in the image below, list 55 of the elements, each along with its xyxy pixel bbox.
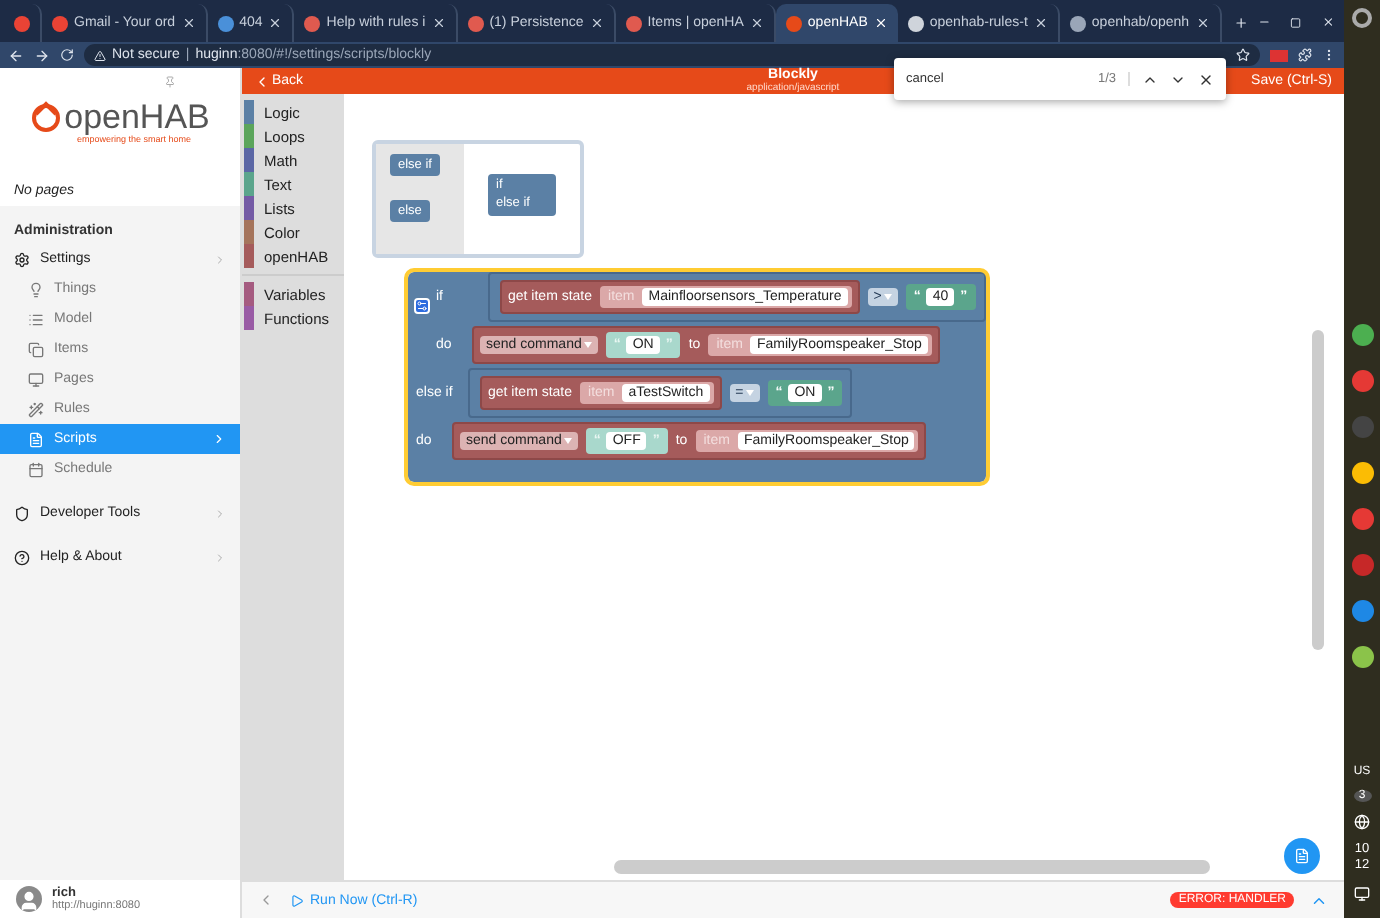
logo-text: openHAB [64, 99, 210, 133]
close-window-icon[interactable] [1321, 14, 1335, 30]
tab-favicon-icon [785, 15, 802, 31]
launcher-icon[interactable] [1352, 8, 1372, 28]
tab-favicon-icon [907, 15, 924, 31]
app-icon[interactable] [1351, 600, 1373, 622]
document-icon [1294, 848, 1310, 864]
nav-icon [28, 401, 44, 417]
chevron-icon [212, 432, 226, 446]
collapse-icon[interactable] [258, 892, 274, 908]
nav-icon [28, 431, 44, 447]
tab-favicon-icon [467, 15, 484, 31]
tab-favicon-icon [304, 15, 321, 31]
dropdown-caret-icon [583, 342, 592, 348]
reload-icon[interactable] [60, 48, 74, 62]
nav-icon [28, 311, 44, 327]
vertical-scrollbar[interactable] [1312, 330, 1324, 650]
nav-icon [28, 341, 44, 357]
horizontal-scrollbar[interactable] [614, 860, 1210, 874]
tab-favicon-icon [625, 15, 642, 31]
play-icon [290, 893, 304, 907]
menu-icon[interactable] [1322, 48, 1336, 62]
chevron-icon [214, 253, 226, 265]
warning-icon [94, 49, 106, 61]
nav-icon [14, 505, 30, 521]
chevron-left-icon [254, 73, 270, 89]
app-icon[interactable] [1351, 646, 1373, 668]
chevron-icon [214, 507, 226, 519]
screen-icon[interactable] [1354, 886, 1370, 902]
nav-icon [14, 251, 30, 267]
app-icon[interactable] [1351, 462, 1373, 484]
dropdown-caret-icon [883, 294, 892, 300]
app-icon[interactable] [1351, 324, 1373, 346]
logo-icon [30, 100, 63, 132]
nav-icon [14, 549, 30, 565]
if-block[interactable] [408, 272, 986, 482]
dropdown-caret-icon [563, 438, 572, 444]
forward-icon[interactable] [34, 47, 50, 63]
extensions-icon[interactable] [1298, 48, 1312, 62]
dropdown-caret-icon [745, 390, 754, 396]
new-tab-icon[interactable] [1233, 14, 1248, 32]
bookmark-icon[interactable] [1236, 48, 1250, 62]
avatar-icon [16, 886, 42, 912]
floating-action-button[interactable] [1284, 838, 1320, 874]
close-icon[interactable] [1198, 71, 1214, 87]
nav-icon [28, 281, 44, 297]
tab-favicon-icon [217, 15, 234, 31]
back-icon[interactable] [8, 47, 24, 63]
gear-icon[interactable] [414, 298, 430, 314]
tab-favicon-icon [1069, 15, 1086, 31]
nav-icon [28, 371, 44, 387]
chevron-icon [214, 551, 226, 563]
nav-icon [28, 461, 44, 477]
tab-favicon-icon [52, 15, 68, 31]
restore-icon[interactable] [1290, 16, 1302, 30]
